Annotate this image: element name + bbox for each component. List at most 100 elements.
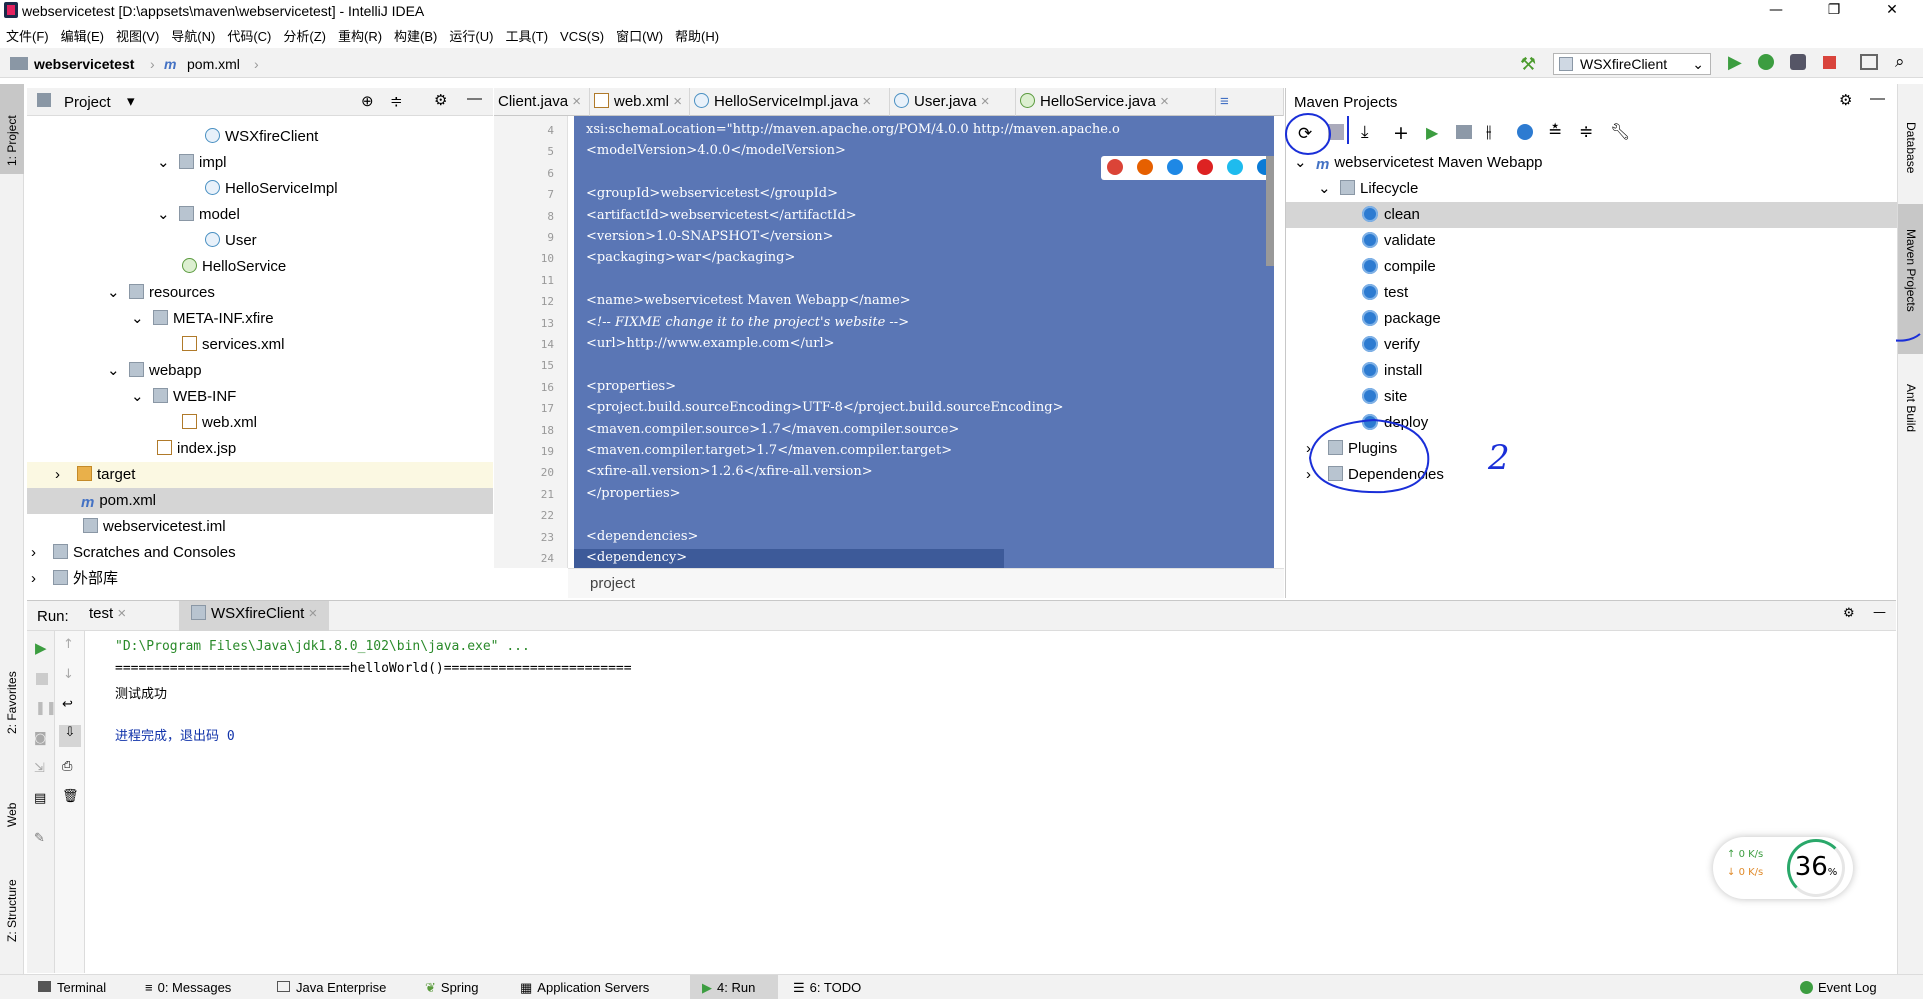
close-icon[interactable]: × — [673, 93, 682, 110]
menu-view[interactable]: 视图(V) — [110, 24, 165, 47]
tree-item-iml[interactable]: webservicetest.iml — [83, 514, 226, 540]
trash-icon[interactable]: 🗑︎ — [62, 789, 79, 804]
ie-icon[interactable] — [1227, 159, 1243, 175]
breadcrumb-project[interactable]: webservicetest — [34, 56, 134, 72]
maven-goal-test[interactable]: test — [1362, 280, 1408, 306]
menu-vcs[interactable]: VCS(S) — [554, 27, 610, 46]
app-servers-tab[interactable]: ▦ Application Servers — [520, 980, 649, 996]
web-tool-label[interactable]: Web — [5, 803, 19, 827]
run-tab[interactable]: ▶ 4: Run — [702, 980, 755, 996]
maven-lifecycle[interactable]: ⌄ Lifecycle — [1318, 176, 1418, 202]
project-tool-label[interactable]: 1: Project — [5, 115, 19, 166]
tree-item-web-xml[interactable]: web.xml — [182, 410, 257, 436]
maven-goal-package[interactable]: package — [1362, 306, 1441, 332]
menu-tools[interactable]: 工具(T) — [499, 24, 554, 47]
menu-help[interactable]: 帮助(H) — [669, 24, 725, 47]
chevron-right-icon[interactable]: › — [31, 540, 53, 566]
tree-item-target[interactable]: › target — [27, 462, 493, 488]
close-icon[interactable]: × — [981, 93, 990, 110]
menu-build[interactable]: 构建(B) — [388, 24, 443, 47]
close-icon[interactable]: × — [862, 93, 871, 110]
java-enterprise-tab[interactable]: Java Enterprise — [277, 980, 386, 995]
scroll-to-end-icon[interactable]: ⇩ — [59, 725, 81, 747]
run-tab-wsxfireclient[interactable]: WSXfireClient × — [179, 601, 330, 631]
chevron-down-icon[interactable]: ⌄ — [157, 202, 179, 228]
project-structure-icon[interactable] — [1860, 54, 1878, 70]
menu-analyze[interactable]: 分析(Z) — [277, 24, 332, 47]
run-tab-test[interactable]: test × — [89, 605, 126, 622]
layout-icon[interactable]: ▤ — [34, 791, 46, 806]
menu-window[interactable]: 窗口(W) — [610, 24, 669, 47]
run-config-select[interactable]: WSXfireClient ⌄ — [1553, 53, 1711, 75]
messages-tab[interactable]: ≡ 0: Messages — [145, 980, 231, 995]
tab-client-java[interactable]: Client.java × — [494, 88, 590, 116]
hide-icon[interactable]: — — [1873, 605, 1886, 620]
chevron-down-icon[interactable]: ▾ — [127, 92, 135, 110]
menu-edit[interactable]: 编辑(E) — [55, 24, 110, 47]
expand-all-icon[interactable]: ≛ — [1548, 122, 1562, 142]
locate-icon[interactable]: ⊕ — [361, 92, 374, 110]
chevron-right-icon[interactable]: › — [31, 566, 53, 592]
tree-item-impl[interactable]: ⌄ impl — [157, 150, 227, 176]
hide-icon[interactable]: — — [1870, 90, 1885, 107]
tree-item-index-jsp[interactable]: index.jsp — [157, 436, 236, 462]
ant-tool-label[interactable]: Ant Build — [1904, 384, 1918, 432]
chrome-icon[interactable] — [1107, 159, 1123, 175]
up-arrow-icon[interactable]: ↑ — [63, 637, 74, 652]
tree-item-helloservice[interactable]: HelloService — [182, 254, 286, 280]
run-icon[interactable]: ▶ — [1728, 52, 1742, 73]
tree-item-external-libraries[interactable]: › 外部库 — [31, 566, 118, 592]
collapse-all-icon[interactable]: ≑ — [390, 92, 403, 110]
rerun-icon[interactable]: ▶ — [35, 639, 47, 657]
chevron-down-icon[interactable]: ⌄ — [131, 306, 153, 332]
close-icon[interactable]: × — [117, 605, 126, 622]
debug-icon[interactable] — [1758, 54, 1774, 70]
tree-item-resources[interactable]: ⌄ resources — [107, 280, 215, 306]
chevron-down-icon[interactable]: ⌄ — [157, 150, 179, 176]
breadcrumb-file[interactable]: pom.xml — [187, 56, 240, 72]
favorites-tool-label[interactable]: 2: Favorites — [5, 671, 19, 734]
spring-tab[interactable]: ❦ Spring — [425, 980, 478, 996]
structure-tool-label[interactable]: Z: Structure — [5, 879, 19, 942]
chevron-right-icon[interactable]: › — [55, 462, 77, 488]
tree-item-wsxfireclient[interactable]: WSXfireClient — [205, 124, 318, 150]
tab-user-java[interactable]: User.java × — [890, 88, 1016, 116]
maven-goal-install[interactable]: install — [1362, 358, 1422, 384]
print-icon[interactable]: ⎙ — [62, 759, 72, 774]
lifecycle-icon[interactable] — [1456, 125, 1472, 139]
tree-item-services-xml[interactable]: services.xml — [182, 332, 285, 358]
minimize-button[interactable]: — — [1754, 0, 1798, 22]
tree-item-meta-inf[interactable]: ⌄ META-INF.xfire — [131, 306, 274, 332]
toggle-offline-icon[interactable]: ⫲ — [1486, 122, 1492, 142]
stop-icon[interactable] — [1823, 56, 1836, 69]
wrench-icon[interactable]: 🔧︎ — [1610, 122, 1630, 141]
chevron-down-icon[interactable]: ⌄ — [131, 384, 153, 410]
tab-helloservice-java[interactable]: HelloService.java × — [1016, 88, 1216, 116]
tree-item-web-inf[interactable]: ⌄ WEB-INF — [131, 384, 236, 410]
add-icon[interactable]: + — [1393, 122, 1409, 144]
coverage-icon[interactable] — [1790, 54, 1806, 70]
tab-web-xml[interactable]: web.xml × — [590, 88, 690, 116]
run-icon[interactable]: ▶ — [1426, 123, 1438, 142]
stop-icon[interactable] — [36, 673, 48, 685]
menu-file[interactable]: 文件(F) — [0, 24, 55, 47]
maven-root[interactable]: ⌄ m webservicetest Maven Webapp — [1294, 150, 1543, 176]
code-area[interactable]: xsi:schemaLocation="http://maven.apache.… — [574, 116, 1301, 568]
collapse-all-icon[interactable]: ≑ — [1579, 122, 1593, 142]
tree-item-pom-xml[interactable]: m pom.xml — [27, 488, 493, 514]
firefox-icon[interactable] — [1137, 159, 1153, 175]
todo-tab[interactable]: ☰ 6: TODO — [793, 980, 861, 996]
down-arrow-icon[interactable]: ↓ — [63, 667, 74, 682]
maven-goal-site[interactable]: site — [1362, 384, 1407, 410]
close-icon[interactable]: × — [1160, 93, 1169, 110]
chevron-down-icon[interactable]: ⌄ — [1294, 150, 1316, 176]
exit-icon[interactable]: ⇲ — [34, 761, 45, 776]
project-panel-title[interactable]: Project — [64, 94, 111, 111]
pause-icon[interactable]: ❚❚ — [35, 701, 57, 716]
event-log-tab[interactable]: Event Log — [1800, 980, 1877, 995]
close-icon[interactable]: × — [309, 605, 318, 622]
tree-item-webapp[interactable]: ⌄ webapp — [107, 358, 202, 384]
build-hammer-icon[interactable]: ⚒ — [1520, 54, 1536, 75]
maven-goal-compile[interactable]: compile — [1362, 254, 1436, 280]
maven-goal-clean[interactable]: clean — [1286, 202, 1897, 228]
